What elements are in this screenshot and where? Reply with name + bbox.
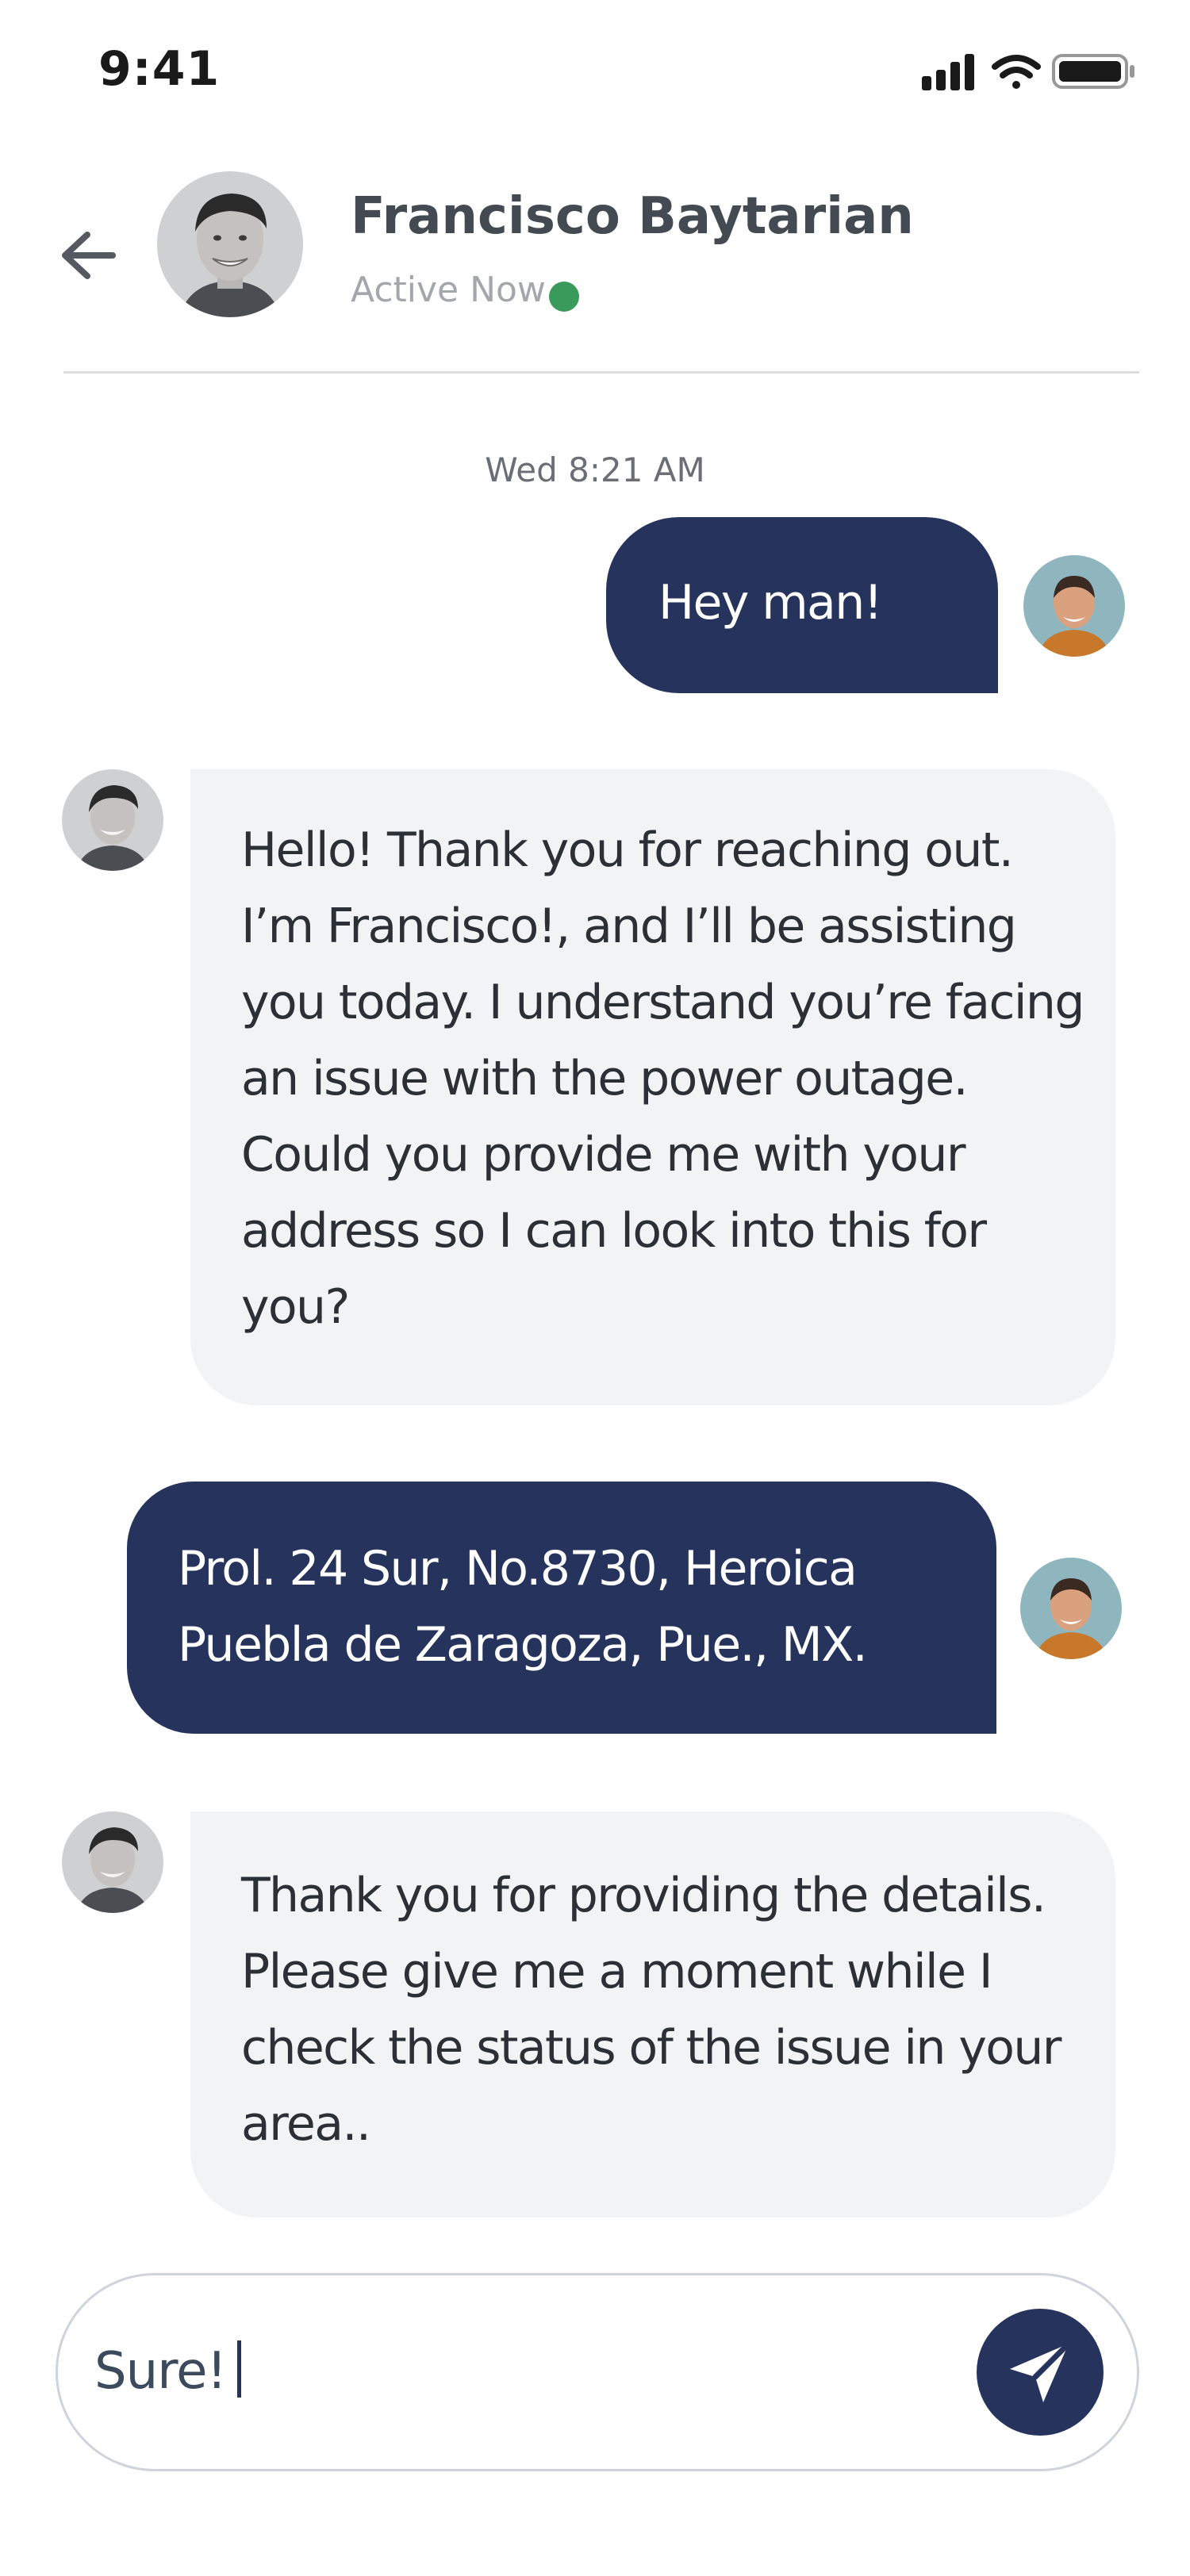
message-timestamp: Wed 8:21 AM <box>485 450 705 489</box>
status-icons <box>922 54 1134 90</box>
contact-status-text: Active Now <box>351 270 546 310</box>
message-bubble-sent[interactable]: Prol. 24 Sur, No.8730, Heroica Puebla de… <box>127 1482 996 1734</box>
battery-icon <box>1052 54 1134 89</box>
text-cursor <box>237 2340 242 2398</box>
my-avatar <box>1023 555 1125 657</box>
contact-avatar[interactable] <box>157 171 303 317</box>
wifi-icon <box>992 55 1041 89</box>
message-composer[interactable]: Sure! <box>56 2273 1139 2471</box>
my-avatar <box>1020 1558 1122 1659</box>
message-bubble-received[interactable]: Thank you for providing the details. Ple… <box>190 1811 1115 2218</box>
cellular-signal-icon <box>922 54 974 90</box>
header-divider <box>63 371 1139 374</box>
message-bubble-sent[interactable]: Hey man! <box>606 517 998 693</box>
contact-avatar-small <box>62 769 163 871</box>
message-input[interactable]: Sure! <box>94 2340 242 2401</box>
send-icon <box>1010 2340 1072 2402</box>
send-button[interactable] <box>977 2309 1104 2436</box>
back-arrow-icon[interactable] <box>57 228 121 282</box>
message-bubble-received[interactable]: Hello! Thank you for reaching out. I’m F… <box>190 769 1115 1405</box>
contact-name[interactable]: Francisco Baytarian <box>351 187 914 246</box>
contact-avatar-small <box>62 1811 163 1913</box>
message-input-value: Sure! <box>94 2342 227 2401</box>
status-time: 9:41 <box>98 41 221 97</box>
online-status-dot <box>549 282 579 312</box>
chat-screen: 9:41 Francisco Baytarian Active Now Wed … <box>0 0 1190 2576</box>
